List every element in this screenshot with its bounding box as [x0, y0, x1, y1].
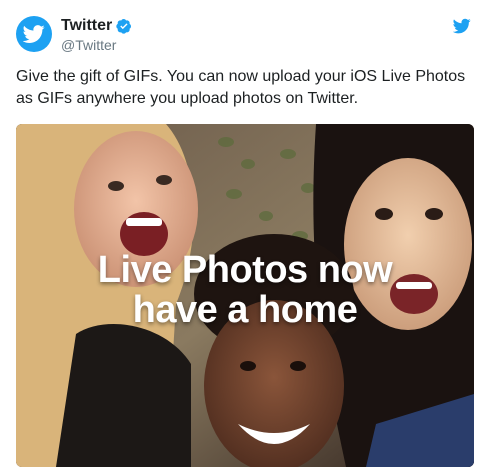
twitter-bird-icon — [23, 25, 45, 43]
media-overlay-caption: Live Photos now have a home — [16, 250, 474, 330]
author-avatar[interactable] — [16, 16, 52, 52]
author-name-row: Twitter — [61, 16, 132, 36]
twitter-bird-icon[interactable] — [453, 18, 471, 34]
overlay-line-1: Live Photos now — [97, 249, 393, 291]
author-name[interactable]: Twitter — [61, 16, 112, 36]
author-block: Twitter @Twitter — [61, 16, 132, 54]
tweet-text: Give the gift of GIFs. You can now uploa… — [16, 68, 466, 107]
overlay-line-2: have a home — [132, 289, 358, 331]
embedded-tweet: Twitter @Twitter Give the gift of GIFs. … — [0, 0, 487, 475]
author-handle[interactable]: @Twitter — [61, 36, 132, 54]
tweet-media-gif[interactable]: Live Photos now have a home — [16, 124, 474, 467]
verified-badge-icon — [116, 19, 132, 34]
